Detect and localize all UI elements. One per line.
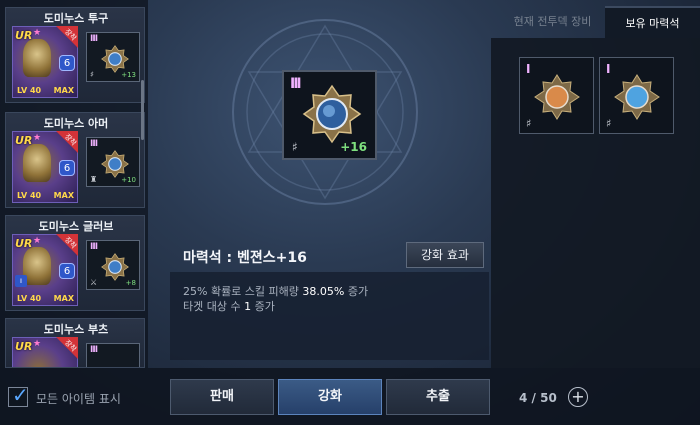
socketed-stone-card[interactable]: III ⚔ +8 [86, 240, 140, 290]
equipment-name: 도미누스 글러브 [38, 220, 114, 233]
max-label: MAX [53, 191, 74, 200]
stone-tier: III [90, 242, 98, 252]
lock-icon: ı [15, 275, 27, 287]
equipment-name: 도미누스 아머 [43, 117, 109, 130]
socketed-stone-card[interactable]: III ♜ +10 [86, 137, 140, 187]
stone-tier: I [606, 62, 611, 76]
equipment-card[interactable]: UR ★ 장착 6 LV 40 MAX [12, 26, 78, 98]
game-screen: 도미누스 투구 UR ★ 장착 6 LV 40 MAX III ♯ +13 도미… [0, 0, 700, 425]
equipment-slot-gloves[interactable]: 도미누스 글러브 UR ★ 장착 6 ı LV 40 MAX III ⚔ +8 [5, 215, 145, 311]
sidebar-scrollbar[interactable] [141, 80, 144, 140]
highlight-value: 38.05% [302, 285, 345, 298]
stone-tier: III [90, 34, 98, 44]
gem-icon [101, 45, 129, 73]
tab-current-deck-equipment[interactable]: 현재 전투덱 장비 [500, 6, 605, 38]
lock-icon: 6 [59, 55, 75, 71]
rarity-label: UR [15, 29, 33, 42]
level-label: LV 40 [17, 191, 42, 200]
rarity-label: UR [15, 237, 33, 250]
inventory-count: 4 / 50 [519, 391, 557, 405]
show-all-items-label: 모든 아이템 표시 [36, 392, 121, 406]
socketed-stone-card[interactable]: III ♯ +13 [86, 32, 140, 82]
stone-plus: +16 [340, 140, 367, 154]
armor-icon [23, 144, 51, 182]
gem-icon [534, 74, 580, 120]
check-icon: ✓ [12, 383, 29, 407]
selected-stone-card[interactable]: III ♯ +16 [282, 70, 377, 160]
equipment-slot-boots[interactable]: 도미누스 부츠 UR ★ 장착 III [5, 318, 145, 368]
description-line: 타겟 대상 수 1 증가 [183, 300, 275, 313]
stone-tier: III [90, 345, 98, 355]
rarity-label: UR [15, 340, 33, 353]
stone-plus: +8 [125, 279, 136, 287]
stone-description-panel: 25% 확률로 스킬 피해량 38.05% 증가 타겟 대상 수 1 증가 [170, 272, 489, 360]
lock-icon: 6 [59, 263, 75, 279]
equipment-card[interactable]: UR ★ 장착 6 ı LV 40 MAX [12, 234, 78, 306]
stone-tier: I [526, 62, 531, 76]
broken-chain-icon: ♯ [526, 117, 532, 130]
star-icon: ★ [33, 133, 42, 143]
owned-stone-card[interactable]: I ♯ [599, 57, 674, 134]
enhance-effect-button[interactable]: 강화 효과 [406, 242, 484, 268]
gem-icon [101, 253, 129, 281]
lock-icon: 6 [59, 160, 75, 176]
star-icon: ★ [33, 339, 42, 349]
stone-tier: III [290, 76, 302, 92]
rarity-label: UR [15, 134, 33, 147]
equipment-name: 도미누스 투구 [43, 12, 109, 25]
stone-plus: +13 [121, 71, 136, 79]
enhance-button[interactable]: 강화 [278, 379, 382, 415]
broken-chain-icon: ♯ [292, 140, 298, 154]
gloves-icon [23, 247, 51, 285]
star-icon: ★ [33, 28, 42, 38]
trophy-icon: ♜ [90, 175, 98, 184]
equipment-card[interactable]: UR ★ 장착 6 LV 40 MAX [12, 131, 78, 203]
owned-stone-card[interactable]: I ♯ [519, 57, 594, 134]
level-label: LV 40 [17, 294, 42, 303]
equipment-card[interactable]: UR ★ 장착 [12, 337, 78, 367]
equipment-slot-armor[interactable]: 도미누스 아머 UR ★ 장착 6 LV 40 MAX III ♜ +10 [5, 112, 145, 208]
plus-circle-icon[interactable]: + [568, 387, 588, 407]
extract-button[interactable]: 추출 [386, 379, 490, 415]
sword-icon: ⚔ [90, 278, 98, 287]
stone-plus: +10 [121, 176, 136, 184]
level-label: LV 40 [17, 86, 42, 95]
broken-chain-icon: ♯ [90, 70, 94, 79]
max-label: MAX [53, 294, 74, 303]
tab-owned-stones[interactable]: 보유 마력석 [605, 6, 700, 38]
show-all-items-checkbox[interactable]: ✓ [8, 383, 29, 407]
equipment-name: 도미누스 부츠 [43, 323, 109, 336]
broken-chain-icon: ♯ [606, 117, 612, 130]
star-icon: ★ [33, 236, 42, 246]
max-label: MAX [53, 86, 74, 95]
stone-tier: III [90, 139, 98, 149]
helmet-icon [23, 39, 51, 77]
gem-icon [302, 84, 362, 144]
description-line: 25% 확률로 스킬 피해량 38.05% 증가 [183, 285, 369, 298]
sell-button[interactable]: 판매 [170, 379, 274, 415]
equipment-list[interactable]: 도미누스 투구 UR ★ 장착 6 LV 40 MAX III ♯ +13 도미… [0, 0, 148, 368]
equipment-slot-helmet[interactable]: 도미누스 투구 UR ★ 장착 6 LV 40 MAX III ♯ +13 [5, 7, 145, 103]
socketed-stone-card[interactable]: III [86, 343, 140, 367]
stone-title: 마력석 : 벤젼스+16 [183, 250, 307, 266]
gem-icon [101, 150, 129, 178]
gem-icon [614, 74, 660, 120]
